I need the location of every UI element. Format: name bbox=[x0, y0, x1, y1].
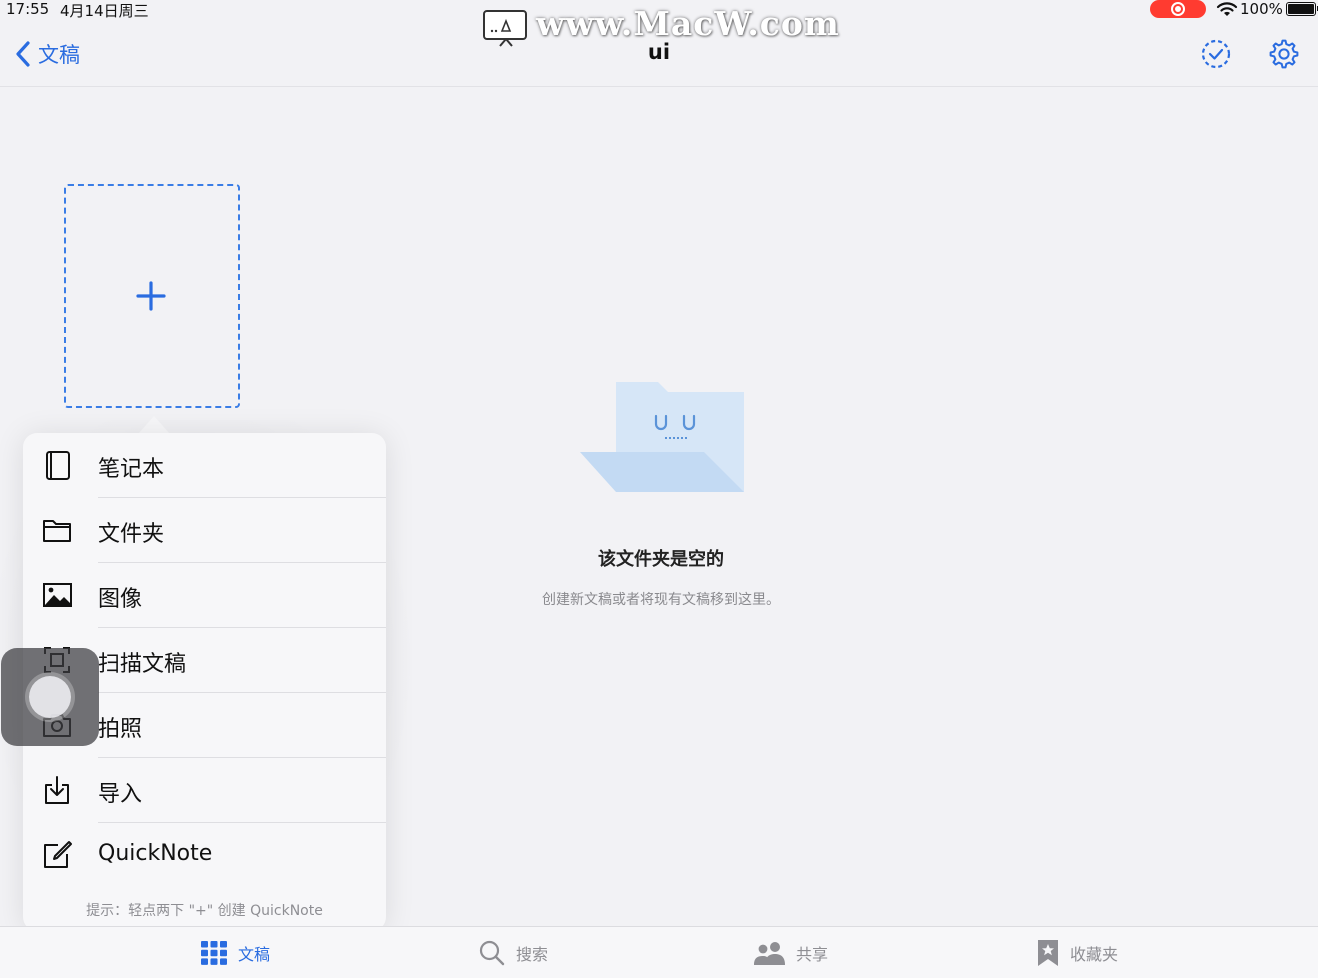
status-date: 4月14日周三 bbox=[60, 2, 149, 20]
menu-item-label: 扫描文稿 bbox=[98, 652, 187, 677]
menu-item-image[interactable]: 图像 bbox=[23, 563, 386, 628]
popover-arrow bbox=[138, 416, 170, 434]
tab-label: 共享 bbox=[796, 945, 829, 964]
menu-item-quicknote[interactable]: QuickNote bbox=[23, 823, 386, 888]
tab-shared[interactable]: 共享 bbox=[754, 927, 828, 978]
touch-indicator bbox=[1, 648, 99, 746]
gear-icon[interactable] bbox=[1268, 38, 1300, 70]
notebook-icon bbox=[46, 451, 70, 480]
folder-icon bbox=[43, 520, 71, 542]
menu-item-folder[interactable]: 文件夹 bbox=[23, 498, 386, 563]
screen-recording-indicator[interactable] bbox=[1150, 0, 1206, 18]
people-icon bbox=[754, 942, 785, 965]
touch-dot bbox=[29, 676, 71, 718]
empty-state-subtitle: 创建新文稿或者将现有文稿移到这里。 bbox=[542, 592, 780, 608]
quicknote-hint: 提示：轻点两下 "+" 创建 QuickNote bbox=[86, 903, 323, 919]
menu-item-import[interactable]: 导入 bbox=[23, 758, 386, 823]
back-button[interactable]: 文稿 bbox=[12, 38, 80, 70]
menu-item-label: 文件夹 bbox=[98, 522, 165, 547]
page-title: ui bbox=[647, 40, 671, 64]
import-icon bbox=[45, 776, 69, 804]
tab-favorites[interactable]: 收藏夹 bbox=[1036, 927, 1118, 978]
nav-divider bbox=[0, 86, 1318, 87]
watermark-logo-icon bbox=[483, 10, 527, 47]
search-icon bbox=[479, 940, 505, 966]
select-check-icon[interactable] bbox=[1200, 38, 1232, 70]
tab-documents[interactable]: 文稿 bbox=[200, 927, 270, 978]
tab-bar: 文稿 搜索 共享 收藏夹 bbox=[0, 926, 1318, 978]
tab-label: 搜索 bbox=[516, 945, 549, 964]
battery-icon bbox=[1286, 2, 1318, 16]
back-button-label: 文稿 bbox=[38, 43, 80, 67]
image-icon bbox=[43, 583, 72, 607]
record-icon bbox=[1171, 2, 1185, 16]
menu-item-label: 图像 bbox=[98, 587, 143, 612]
quicknote-icon bbox=[44, 841, 72, 868]
empty-state-title: 该文件夹是空的 bbox=[598, 549, 724, 570]
menu-item-label: 拍照 bbox=[98, 717, 143, 742]
menu-item-label: 笔记本 bbox=[98, 457, 165, 482]
tab-search[interactable]: 搜索 bbox=[478, 927, 548, 978]
status-time: 17:55 bbox=[6, 0, 50, 18]
plus-icon[interactable] bbox=[135, 280, 167, 312]
wifi-icon bbox=[1216, 2, 1238, 16]
empty-folder-icon bbox=[580, 382, 744, 492]
tab-label: 收藏夹 bbox=[1070, 945, 1119, 964]
battery-percentage: 100% bbox=[1240, 0, 1283, 18]
bookmark-star-icon bbox=[1038, 940, 1058, 966]
grid-icon bbox=[201, 941, 227, 965]
tab-label: 文稿 bbox=[238, 945, 271, 964]
menu-item-notebook[interactable]: 笔记本 bbox=[23, 433, 386, 498]
watermark-text: www.MacW.com bbox=[536, 4, 840, 43]
chevron-left-icon bbox=[16, 41, 30, 67]
menu-item-label: 导入 bbox=[98, 782, 143, 807]
menu-item-label: QuickNote bbox=[98, 841, 213, 866]
